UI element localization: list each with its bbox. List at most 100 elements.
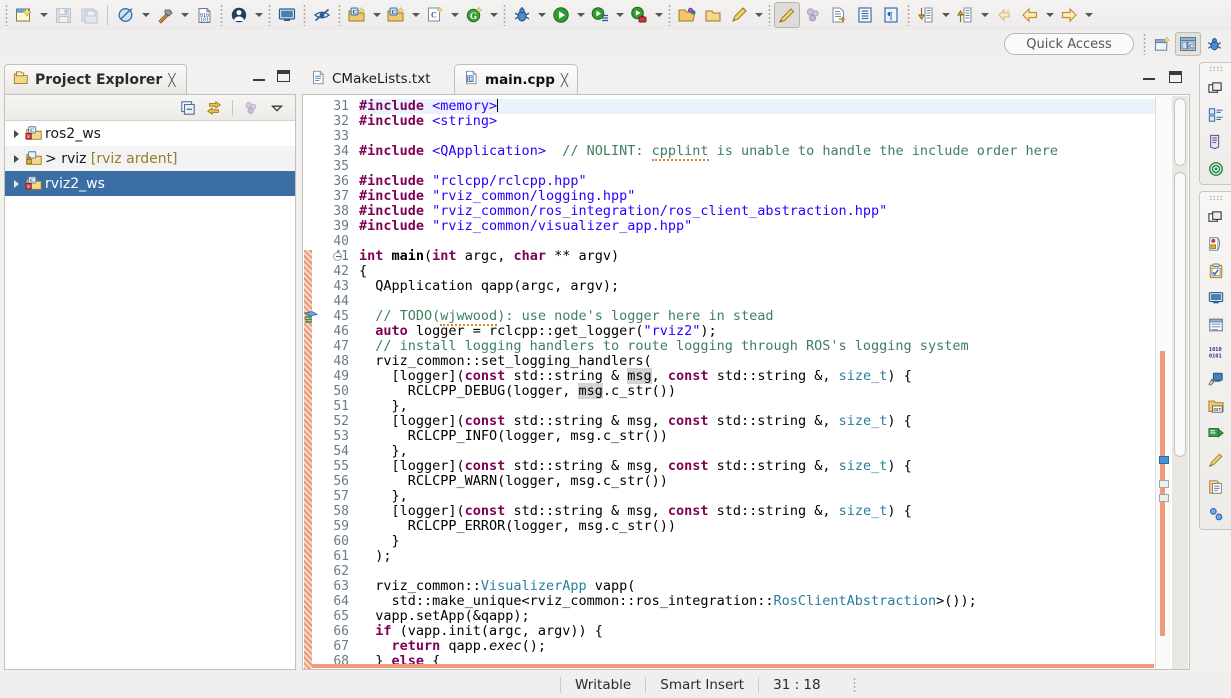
binary-button[interactable]: 010101 bbox=[191, 2, 217, 28]
call-hierarchy-icon[interactable] bbox=[1204, 502, 1228, 526]
new-wizard-dropdown[interactable] bbox=[37, 2, 50, 28]
debug-dropdown[interactable] bbox=[535, 2, 548, 28]
code-line[interactable]: [logger](const std::string & msg, const … bbox=[359, 504, 1189, 519]
overview-marker-task-1[interactable] bbox=[1159, 480, 1169, 488]
build-dropdown[interactable] bbox=[178, 2, 191, 28]
properties-icon[interactable] bbox=[1204, 313, 1228, 337]
close-icon[interactable]: ╳ bbox=[561, 74, 568, 86]
back-button[interactable] bbox=[1017, 2, 1043, 28]
run-history-dropdown[interactable] bbox=[613, 2, 626, 28]
editor-tab-cmakelists[interactable]: CMakeLists.txt bbox=[302, 64, 440, 94]
search-button[interactable] bbox=[726, 2, 752, 28]
code-line[interactable]: if (vapp.init(argc, argv)) { bbox=[359, 624, 1189, 639]
run-external-button[interactable] bbox=[626, 2, 652, 28]
code-line[interactable]: rviz_common::set_logging_handlers( bbox=[359, 354, 1189, 369]
profile-dropdown[interactable] bbox=[252, 2, 265, 28]
console-icon[interactable] bbox=[1204, 286, 1228, 310]
code-line[interactable]: }, bbox=[359, 399, 1189, 414]
scrollbar-thumb[interactable] bbox=[1174, 172, 1186, 457]
view-menu-button[interactable] bbox=[265, 97, 289, 119]
code-line[interactable] bbox=[359, 234, 1189, 249]
code-line[interactable]: }, bbox=[359, 489, 1189, 504]
tree-item-rviz2_ws[interactable]: Cx rviz2_ws bbox=[5, 171, 295, 196]
project-explorer-tab[interactable]: Project Explorer ╳ bbox=[4, 64, 187, 94]
pencil-icon[interactable] bbox=[1204, 448, 1228, 472]
marker-gutter[interactable] bbox=[304, 96, 322, 670]
overview-marker-occurrence[interactable] bbox=[1159, 456, 1169, 464]
new-gcc-button[interactable]: G bbox=[461, 2, 487, 28]
source-editor[interactable]: 3132333435363738394041424344454647484950… bbox=[302, 94, 1190, 670]
tree-item-rviz[interactable]: > rviz [rviz ardent] bbox=[5, 146, 295, 171]
build-all-dropdown[interactable] bbox=[139, 2, 152, 28]
code-line[interactable]: [logger](const std::string & msg, const … bbox=[359, 369, 1189, 384]
code-line[interactable]: #include "rviz_common/visualizer_app.hpp… bbox=[359, 219, 1189, 234]
fold-collapse-icon[interactable] bbox=[333, 252, 342, 261]
editor-tab-main-cpp[interactable]: C main.cpp ╳ bbox=[454, 64, 578, 94]
code-line[interactable]: } bbox=[359, 534, 1189, 549]
next-annotation-button[interactable] bbox=[913, 2, 939, 28]
show-pilcrow-button[interactable]: ¶ bbox=[878, 2, 904, 28]
code-line[interactable] bbox=[359, 294, 1189, 309]
toggle-mark-occurrences-button[interactable] bbox=[774, 2, 800, 28]
run-external-dropdown[interactable] bbox=[652, 2, 665, 28]
last-edit-location-button[interactable] bbox=[991, 2, 1017, 28]
editor-vertical-scrollbar[interactable] bbox=[1172, 96, 1188, 670]
code-line[interactable]: #include "rviz_common/ros_integration/ro… bbox=[359, 204, 1189, 219]
link-with-editor-button[interactable] bbox=[202, 97, 226, 119]
sidebar-grip-bottom[interactable] bbox=[1209, 195, 1223, 200]
code-line[interactable]: }, bbox=[359, 444, 1189, 459]
code-line[interactable]: RCLCPP_INFO(logger, msg.c_str()) bbox=[359, 429, 1189, 444]
documentation-icon[interactable] bbox=[1204, 130, 1228, 154]
code-line[interactable]: ); bbox=[359, 549, 1189, 564]
code-line[interactable]: #include <QApplication> // NOLINT: cppli… bbox=[359, 144, 1189, 159]
block-selection-button[interactable] bbox=[852, 2, 878, 28]
code-line[interactable]: #include "rviz_common/logging.hpp" bbox=[359, 189, 1189, 204]
code-line[interactable]: [logger](const std::string & msg, const … bbox=[359, 459, 1189, 474]
status-grip[interactable] bbox=[853, 677, 856, 693]
debug-shell-icon[interactable] bbox=[1204, 367, 1228, 391]
restore-icon[interactable] bbox=[1204, 205, 1228, 229]
open-type-button[interactable] bbox=[674, 2, 700, 28]
git-repositories-icon[interactable]: GIT bbox=[1204, 394, 1228, 418]
search-dropdown[interactable] bbox=[752, 2, 765, 28]
tree-item-ros2_ws[interactable]: Cx ros2_ws bbox=[5, 121, 295, 146]
new-wizard-button[interactable] bbox=[11, 2, 37, 28]
perspective-cpp-button[interactable]: C bbox=[1175, 32, 1201, 56]
code-line[interactable]: #include <memory> bbox=[359, 99, 1189, 114]
new-cpp-class-button[interactable]: C bbox=[383, 2, 409, 28]
code-line[interactable] bbox=[359, 129, 1189, 144]
close-icon[interactable]: ╳ bbox=[168, 74, 175, 86]
terminal-icon[interactable] bbox=[1204, 421, 1228, 445]
code-line[interactable] bbox=[359, 564, 1189, 579]
code-line[interactable]: vapp.setApp(&qapp); bbox=[359, 609, 1189, 624]
run-button[interactable] bbox=[548, 2, 574, 28]
new-c-project-button[interactable]: C bbox=[344, 2, 370, 28]
code-line[interactable]: [logger](const std::string & msg, const … bbox=[359, 414, 1189, 429]
minimize-icon[interactable] bbox=[1143, 71, 1155, 80]
memory-icon[interactable]: 10100101 bbox=[1204, 340, 1228, 364]
toolbar-grip[interactable] bbox=[5, 4, 8, 26]
problems-icon[interactable] bbox=[1204, 232, 1228, 256]
project-tree[interactable]: Cx ros2_ws > rviz [rviz ardent] Cx bbox=[5, 121, 295, 196]
new-c-source-button[interactable]: C bbox=[422, 2, 448, 28]
expand-arrow-icon[interactable] bbox=[9, 155, 23, 163]
new-cpp-class-dropdown[interactable] bbox=[409, 2, 422, 28]
prev-annotation-button[interactable] bbox=[952, 2, 978, 28]
code-line[interactable]: { bbox=[359, 264, 1189, 279]
prev-annotation-dropdown[interactable] bbox=[978, 2, 991, 28]
code-line[interactable]: auto logger = rclcpp::get_logger("rviz2"… bbox=[359, 324, 1189, 339]
save-button[interactable] bbox=[50, 2, 76, 28]
skip-breakpoints-button[interactable] bbox=[309, 2, 335, 28]
overview-marker-task-2[interactable] bbox=[1159, 494, 1169, 502]
sidebar-grip-top[interactable] bbox=[1209, 66, 1223, 71]
run-dropdown[interactable] bbox=[574, 2, 587, 28]
console-button[interactable] bbox=[274, 2, 300, 28]
forward-button[interactable] bbox=[1056, 2, 1082, 28]
scrollbar-thumb-top[interactable] bbox=[1174, 98, 1186, 166]
open-perspective-button[interactable] bbox=[1149, 32, 1175, 56]
toggle-breakpoint-button[interactable] bbox=[800, 2, 826, 28]
back-dropdown[interactable] bbox=[1043, 2, 1056, 28]
forward-dropdown[interactable] bbox=[1082, 2, 1095, 28]
code-line[interactable]: return qapp.exec(); bbox=[359, 639, 1189, 654]
code-text[interactable]: #include <memory>#include <string> #incl… bbox=[359, 99, 1189, 669]
